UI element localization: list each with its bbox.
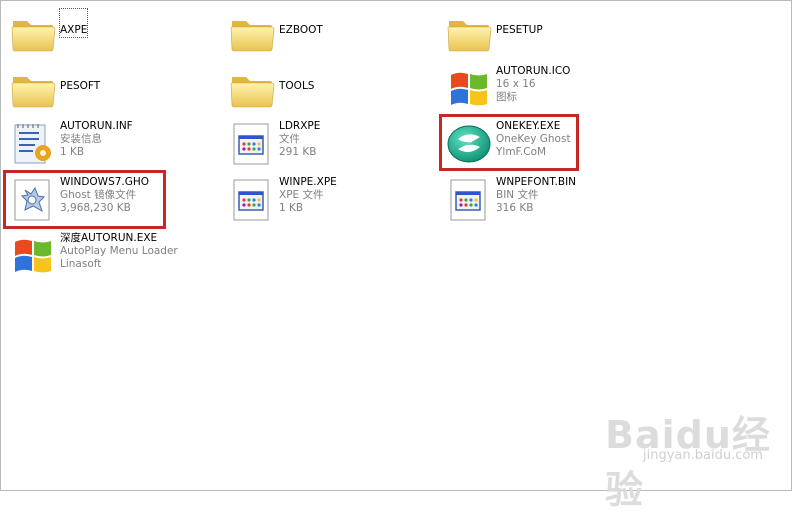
file-item-axpe[interactable]: AXPE (9, 8, 209, 63)
file-item-autorun-ico[interactable]: AUTORUN.ICO 16 x 16 图标 (445, 65, 645, 119)
generic-file-icon (228, 120, 276, 168)
highlight-box (439, 114, 579, 171)
file-type: BIN 文件 (496, 189, 539, 201)
watermark-sub-text: jingyan.baidu.com (643, 448, 763, 463)
generic-file-icon (445, 176, 493, 224)
highlight-box (3, 170, 166, 229)
file-text: AUTORUN.INF 安装信息 1 KB (60, 120, 133, 159)
folder-icon (228, 65, 276, 113)
windows-logo-icon (445, 65, 493, 113)
file-detail: 291 KB (279, 146, 317, 158)
file-name: AUTORUN.INF (60, 120, 133, 132)
file-item-autorun-inf[interactable]: AUTORUN.INF 安装信息 1 KB (9, 120, 209, 174)
file-item-ezboot[interactable]: EZBOOT (228, 9, 428, 63)
folder-icon (228, 9, 276, 57)
file-item-pesoft[interactable]: PESOFT (9, 65, 209, 119)
file-name: WINPE.XPE (279, 176, 337, 188)
file-name: LDRXPE (279, 120, 321, 132)
file-name: AXPE (58, 8, 89, 38)
file-type: 16 x 16 (496, 78, 536, 90)
file-text: WINPE.XPE XPE 文件 1 KB (279, 176, 337, 215)
file-name: WNPEFONT.BIN (496, 176, 577, 188)
file-detail: 316 KB (496, 202, 534, 214)
file-item-autorun-exe[interactable]: 深度AUTORUN.EXE AutoPlay Menu Loader Linasof… (9, 232, 209, 286)
file-text: EZBOOT (279, 9, 323, 37)
file-text: TOOLS (279, 65, 314, 93)
file-text: PESETUP (496, 9, 543, 37)
file-name: EZBOOT (279, 24, 323, 36)
file-text: AXPE (58, 8, 89, 38)
file-detail: 1 KB (60, 146, 85, 158)
file-detail: Linasoft (60, 258, 102, 270)
file-text: WNPEFONT.BIN BIN 文件 316 KB (496, 176, 576, 215)
file-item-wnpefont-bin[interactable]: WNPEFONT.BIN BIN 文件 316 KB (445, 176, 645, 230)
file-item-winpe-xpe[interactable]: WINPE.XPE XPE 文件 1 KB (228, 176, 428, 230)
file-item-tools[interactable]: TOOLS (228, 65, 428, 119)
setup-info-icon (9, 120, 57, 168)
file-name: PESETUP (496, 24, 543, 36)
file-text: LDRXPE 文件 291 KB (279, 120, 320, 159)
file-name: TOOLS (279, 80, 315, 92)
file-item-pesetup[interactable]: PESETUP (445, 9, 645, 63)
file-type: AutoPlay Menu Loader (60, 245, 178, 257)
file-name: AUTORUN.ICO (496, 65, 571, 77)
folder-icon (9, 65, 57, 113)
generic-file-icon (228, 176, 276, 224)
file-type: 文件 (279, 133, 300, 145)
file-name: PESOFT (60, 80, 101, 92)
file-text: PESOFT (60, 65, 100, 93)
windows-logo-icon (9, 232, 57, 280)
file-detail: 图标 (496, 91, 517, 103)
file-text: 深度AUTORUN.EXE AutoPlay Menu Loader Linasof… (60, 232, 178, 271)
file-type: 安装信息 (60, 133, 102, 145)
file-item-ldrxpe[interactable]: LDRXPE 文件 291 KB (228, 120, 428, 174)
file-name: 深度AUTORUN.EXE (60, 232, 158, 244)
folder-icon (445, 9, 493, 57)
baidu-jingyan-watermark: Baidu经验 jingyan.baidu.com (605, 404, 792, 512)
file-detail: 1 KB (279, 202, 304, 214)
folder-icon (9, 9, 57, 57)
file-text: AUTORUN.ICO 16 x 16 图标 (496, 65, 570, 104)
file-type: XPE 文件 (279, 189, 324, 201)
